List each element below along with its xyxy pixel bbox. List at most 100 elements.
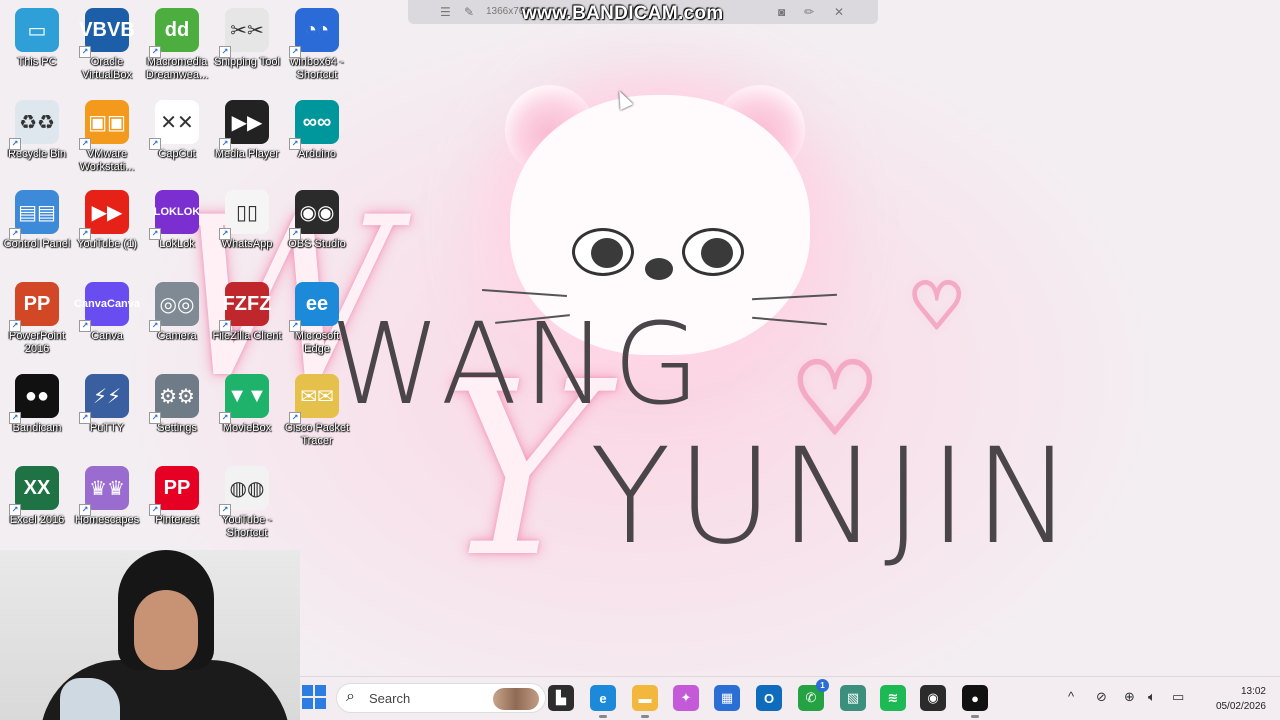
shortcut-arrow-icon: ↗ — [219, 228, 231, 240]
store-icon[interactable]: ▦ — [714, 685, 740, 711]
shortcut-arrow-icon: ↗ — [9, 412, 21, 424]
bandicam-taskbar-icon[interactable]: ● — [962, 685, 988, 718]
clock-date: 05/02/2026 — [1215, 701, 1266, 712]
camera-icon[interactable]: ◙ — [778, 5, 785, 19]
taskbar: ⌕ Search ▙ e ▬ ✦ ▦ O ✆ 1 ▧ ≋ ◉ ● ^ ⊘ ⊕ 🔈︎ ▭ 13:02 0… — [300, 676, 1280, 720]
desktop-icon[interactable]: ▯▯ ↗ WhatsApp — [211, 190, 283, 251]
shortcut-arrow-icon: ↗ — [219, 320, 231, 332]
running-indicator — [641, 715, 649, 718]
pinterest-icon: PP ↗ — [149, 466, 199, 516]
desktop-icon[interactable]: ♛♛ ↗ Homescapes — [71, 466, 143, 527]
desktop-icon[interactable]: ♻♻ ↗ Recycle Bin — [1, 100, 73, 161]
menu-icon[interactable]: ☰ — [440, 5, 451, 19]
desktop-icon[interactable]: ▭ This PC — [1, 8, 73, 69]
desktop-icon[interactable]: VBVB ↗ Oracle VirtualBox — [71, 8, 143, 82]
arduino-icon: ∞∞ ↗ — [289, 100, 339, 150]
pin-icon[interactable]: ✎ — [464, 5, 474, 19]
desktop-icon[interactable]: ✉✉ ↗ Cisco Packet Tracer — [281, 374, 353, 448]
running-indicator — [971, 715, 979, 718]
taskbar-app-glyph: ▙ — [556, 690, 566, 705]
desktop-icon-label: VMware Workstati... — [79, 148, 135, 173]
search-icon: ⌕ — [346, 688, 355, 705]
desktop-icon[interactable]: ee ↗ Microsoft Edge — [281, 282, 353, 356]
capcut-icon: ✕✕ ↗ — [149, 100, 199, 150]
globe-icon[interactable]: ⊕ — [1124, 689, 1135, 705]
file-icon: ▯▯ ↗ — [219, 190, 269, 240]
recycle-bin-icon: ♻♻ ↗ — [9, 100, 59, 150]
taskbar-app-glyph: ◉ — [927, 690, 939, 705]
taskbar-app-glyph: O — [763, 690, 775, 706]
chrome-icon: ◍◍ ↗ — [219, 466, 269, 516]
running-indicator — [599, 715, 607, 718]
desktop-icon[interactable]: CanvaCanva ↗ Canva — [71, 282, 143, 343]
desktop-icon[interactable]: ▶▶ ↗ YouTube (1) — [71, 190, 143, 251]
edge-taskbar-icon[interactable]: e — [590, 685, 616, 718]
file-explorer-icon[interactable]: ▬ — [632, 685, 658, 718]
notification-badge: 1 — [816, 679, 829, 692]
file-explorer-stack-icon[interactable]: ▙ — [548, 685, 574, 711]
desktop-icon[interactable]: LOKLOK ↗ LokLok — [141, 190, 213, 251]
canva-icon: CanvaCanva ↗ — [74, 282, 140, 332]
desktop-icon[interactable]: ▣▣ ↗ VMware Workstati... — [71, 100, 143, 174]
taskbar-app-glyph: ✆ — [805, 690, 817, 705]
desktop-icon[interactable]: XX ↗ Excel 2016 — [1, 466, 73, 527]
loklok-icon: LOKLOK ↗ — [149, 190, 200, 240]
excel-icon: XX ↗ — [9, 466, 59, 516]
desktop-icon[interactable]: ◉◉ ↗ OBS Studio — [281, 190, 353, 251]
volume-icon[interactable]: 🔈︎ — [1148, 689, 1156, 705]
desktop-icon[interactable]: ◔◔ ↗ winbox64 - Shortcut — [281, 8, 353, 82]
whatsapp-icon[interactable]: ✆ 1 — [798, 679, 829, 711]
winbox-taskbar-icon[interactable]: ▧ — [840, 685, 866, 711]
battery-icon[interactable]: ▭ — [1172, 689, 1184, 705]
taskbar-app-glyph: e — [599, 690, 607, 706]
desktop-icon[interactable]: FZFZ ↗ FileZilla Client — [211, 282, 283, 343]
desktop-icon[interactable]: ⚡⚡ ↗ PuTTY — [71, 374, 143, 435]
desktop-icon[interactable]: ▼▼ ↗ MovieBox — [211, 374, 283, 435]
desktop-icon[interactable]: ∞∞ ↗ Arduino — [281, 100, 353, 161]
network-off-icon[interactable]: ⊘ — [1096, 689, 1107, 705]
taskbar-app-glyph: ✦ — [680, 690, 692, 705]
shortcut-arrow-icon: ↗ — [149, 228, 161, 240]
homescapes-icon: ♛♛ ↗ — [79, 466, 129, 516]
shortcut-arrow-icon: ↗ — [79, 228, 91, 240]
taskbar-search-box[interactable]: ⌕ Search — [336, 683, 546, 713]
shortcut-arrow-icon: ↗ — [9, 320, 21, 332]
shortcut-arrow-icon: ↗ — [289, 46, 301, 58]
desktop-icon[interactable]: ●● ↗ Bandicam — [1, 374, 73, 435]
spotify-icon[interactable]: ≋ — [880, 685, 906, 711]
outlook-icon[interactable]: O — [756, 685, 782, 711]
desktop-icon[interactable]: ◎◎ ↗ Camera — [141, 282, 213, 343]
shortcut-arrow-icon: ↗ — [9, 138, 21, 150]
taskbar-clock[interactable]: 13:02 05/02/2026 — [1216, 684, 1266, 714]
moviebox-icon: ▼▼ ↗ — [219, 374, 269, 424]
shortcut-arrow-icon: ↗ — [219, 412, 231, 424]
filezilla-icon: FZFZ ↗ — [219, 282, 271, 332]
taskbar-app-glyph: ● — [971, 690, 979, 706]
desktop-icon[interactable]: ▤▤ ↗ Control Panel — [1, 190, 73, 251]
obs-icon: ◉◉ ↗ — [289, 190, 339, 240]
desktop-icon[interactable]: ▶▶ ↗ Media Player — [211, 100, 283, 161]
start-button[interactable] — [302, 685, 326, 709]
desktop-icon[interactable]: ✂✂ ↗ Snipping Tool — [211, 8, 283, 69]
control-panel-icon: ▤▤ ↗ — [9, 190, 59, 240]
shortcut-arrow-icon: ↗ — [149, 412, 161, 424]
desktop-icon[interactable]: PP ↗ PowerPoint 2016 — [1, 282, 73, 356]
desktop-icon[interactable]: ✕✕ ↗ CapCut — [141, 100, 213, 161]
desktop-icon[interactable]: ◍◍ ↗ YouTube - Shortcut — [211, 466, 283, 540]
desktop-icon[interactable]: PP ↗ Pinterest — [141, 466, 213, 527]
obs-taskbar-icon[interactable]: ◉ — [920, 685, 946, 711]
shortcut-arrow-icon: ↗ — [289, 412, 301, 424]
winbox-icon: ◔◔ ↗ — [289, 8, 339, 58]
pencil-icon[interactable]: ✏ — [804, 5, 814, 19]
shortcut-arrow-icon: ↗ — [149, 138, 161, 150]
copilot-icon[interactable]: ✦ — [673, 685, 699, 711]
shortcut-arrow-icon: ↗ — [149, 46, 161, 58]
desktop-icon[interactable]: dd ↗ Macromedia Dreamwea... — [141, 8, 213, 82]
desktop-icon[interactable]: ⚙⚙ ↗ Settings — [141, 374, 213, 435]
close-icon[interactable]: ✕ — [834, 5, 844, 19]
chevron-up-icon[interactable]: ^ — [1068, 689, 1074, 704]
taskbar-app-glyph: ≋ — [887, 690, 899, 705]
shortcut-arrow-icon: ↗ — [219, 138, 231, 150]
shortcut-arrow-icon: ↗ — [219, 504, 231, 516]
desktop-icon-label: This PC — [17, 56, 57, 68]
